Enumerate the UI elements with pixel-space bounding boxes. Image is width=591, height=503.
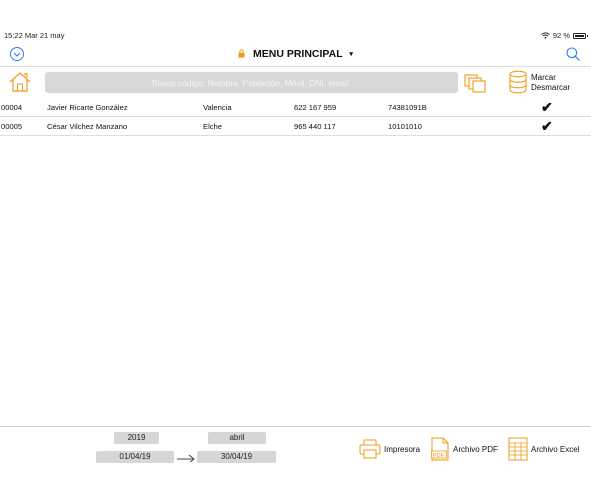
battery-icon bbox=[573, 32, 588, 39]
database-icon[interactable] bbox=[508, 70, 528, 94]
status-right: 92 % bbox=[541, 31, 588, 40]
pdf-file-icon: PDF bbox=[431, 437, 449, 461]
record-name: César Vilchez Manzano bbox=[47, 122, 128, 131]
checkmark-icon[interactable]: ✔ bbox=[541, 99, 553, 116]
mark-button[interactable]: Marcar bbox=[531, 73, 570, 83]
record-code: 00005 bbox=[1, 122, 23, 131]
nav-divider bbox=[0, 66, 591, 67]
copy-icon[interactable] bbox=[463, 72, 487, 94]
date-to-field[interactable]: 30/04/19 bbox=[197, 451, 276, 463]
unmark-button[interactable]: Desmarcar bbox=[531, 83, 570, 93]
battery-percent: 92 % bbox=[552, 31, 570, 40]
wifi-icon bbox=[541, 32, 550, 39]
footer-divider bbox=[0, 426, 591, 427]
nav-bar: MENU PRINCIPAL ▾ bbox=[0, 44, 591, 66]
excel-label: Archivo Excel bbox=[531, 444, 580, 454]
record-name: Javier Ricarte González bbox=[47, 103, 128, 112]
date-from-field[interactable]: 01/04/19 bbox=[96, 451, 174, 463]
status-time-date: 15:22 Mar 21 may bbox=[4, 31, 65, 40]
search-icon[interactable] bbox=[565, 46, 581, 62]
record-dni: 10101010 bbox=[388, 122, 422, 131]
spreadsheet-icon bbox=[508, 437, 528, 461]
record-dni: 74381091B bbox=[388, 103, 427, 112]
lock-icon bbox=[238, 49, 245, 58]
caret-down-icon: ▾ bbox=[349, 51, 353, 58]
year-selector[interactable]: 2019 bbox=[114, 432, 159, 444]
pdf-export-button[interactable]: PDF Archivo PDF bbox=[430, 437, 498, 461]
excel-export-button[interactable]: Archivo Excel bbox=[508, 437, 579, 461]
svg-text:PDF: PDF bbox=[433, 453, 445, 459]
printer-icon bbox=[359, 439, 381, 459]
menu-principal-title[interactable]: MENU PRINCIPAL ▾ bbox=[0, 48, 591, 60]
status-bar: 15:22 Mar 21 may 92 % bbox=[0, 30, 591, 42]
record-city: Valencia bbox=[203, 103, 232, 112]
month-selector[interactable]: abril bbox=[208, 432, 266, 444]
checkmark-icon[interactable]: ✔ bbox=[541, 118, 553, 135]
print-button[interactable]: Impresora bbox=[359, 439, 420, 459]
print-label: Impresora bbox=[384, 444, 421, 454]
record-code: 00004 bbox=[1, 103, 23, 112]
mark-controls: Marcar Desmarcar bbox=[531, 73, 570, 93]
search-input[interactable] bbox=[45, 72, 458, 93]
table-row[interactable]: 00005 César Vilchez Manzano Elche 965 44… bbox=[0, 117, 591, 136]
record-phone: 965 440 117 bbox=[294, 122, 336, 131]
record-phone: 622 167 959 bbox=[294, 103, 337, 112]
arrow-right-icon bbox=[177, 454, 195, 462]
records-list: 00004 Javier Ricarte González Valencia 6… bbox=[0, 98, 591, 136]
home-icon[interactable] bbox=[8, 71, 32, 93]
nav-title-label: MENU PRINCIPAL bbox=[253, 48, 343, 60]
pdf-label: Archivo PDF bbox=[453, 444, 498, 454]
record-city: Elche bbox=[203, 122, 222, 131]
table-row[interactable]: 00004 Javier Ricarte González Valencia 6… bbox=[0, 98, 591, 117]
search-field[interactable] bbox=[45, 72, 458, 93]
